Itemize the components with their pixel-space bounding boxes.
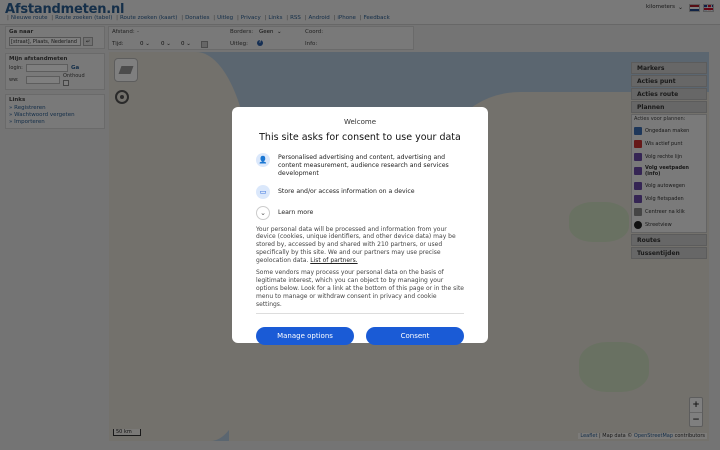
consent-buttons: Manage options Consent	[256, 326, 464, 345]
purpose-device-storage-text: Store and/or access information on a dev…	[278, 187, 415, 195]
divider	[256, 312, 464, 314]
purpose-advertising-text: Personalised advertising and content, ad…	[278, 153, 449, 177]
modal-overlay: Welcome This site asks for consent to us…	[0, 0, 720, 450]
consent-title: This site asks for consent to use your d…	[259, 132, 461, 143]
consent-welcome: Welcome	[343, 118, 377, 126]
learn-more-toggle[interactable]: ⌄ Learn more	[256, 205, 464, 220]
manage-options-button[interactable]: Manage options	[256, 326, 354, 345]
learn-more-label: Learn more	[278, 208, 314, 216]
consent-dialog: Welcome This site asks for consent to us…	[232, 107, 488, 345]
consent-paragraph-1: Your personal data will be processed and…	[256, 226, 464, 266]
person-icon: 👤	[256, 153, 270, 167]
consent-paragraph-2: Some vendors may process your personal d…	[256, 269, 464, 308]
partners-link[interactable]: List of partners.	[310, 257, 357, 264]
chevron-down-icon: ⌄	[256, 205, 270, 220]
purpose-device-storage: ▭ Store and/or access information on a d…	[256, 184, 464, 199]
device-icon: ▭	[256, 184, 270, 199]
purpose-advertising: 👤 Personalised advertising and content, …	[256, 153, 464, 178]
consent-button[interactable]: Consent	[366, 326, 464, 345]
